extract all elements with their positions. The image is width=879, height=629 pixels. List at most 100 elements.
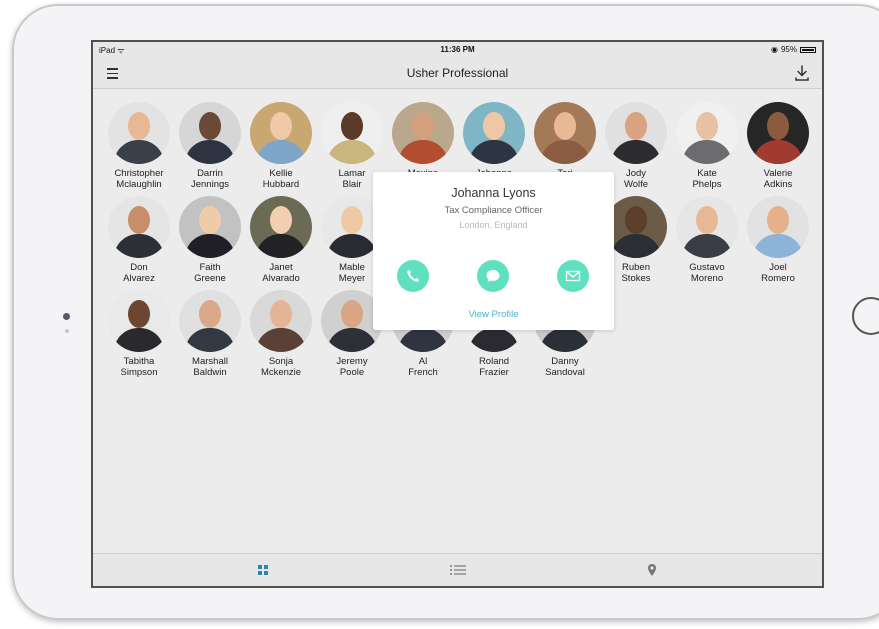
avatar[interactable] [392, 102, 454, 164]
avatar-head [625, 206, 647, 234]
avatar-body [753, 234, 803, 258]
grid-view-icon[interactable] [256, 563, 270, 577]
map-pin-icon[interactable] [645, 563, 659, 577]
last-name: Baldwin [193, 367, 227, 378]
person-name: Don Alvarez [104, 262, 174, 284]
avatar[interactable] [605, 102, 667, 164]
person-name: Jeremy Poole [317, 356, 387, 378]
chat-bubble-icon [486, 270, 500, 282]
person-card[interactable]: Don Alvarez [104, 196, 174, 284]
person-card[interactable]: Tabitha Simpson [104, 290, 174, 378]
person-name: Christopher Mclaughlin [104, 168, 174, 190]
first-name: Al [418, 356, 428, 367]
last-name: Greene [194, 273, 226, 284]
avatar-head [483, 112, 505, 140]
avatar-head [767, 206, 789, 234]
avatar[interactable] [321, 102, 383, 164]
battery-percent: 95% [780, 45, 797, 54]
avatar[interactable] [747, 102, 809, 164]
last-name: Phelps [692, 179, 722, 190]
first-name: Joel [769, 262, 787, 273]
last-name: Adkins [763, 179, 793, 190]
avatar-head [341, 300, 363, 328]
avatar[interactable] [676, 102, 738, 164]
avatar[interactable] [108, 102, 170, 164]
call-button[interactable] [397, 260, 429, 292]
first-name: Danny [551, 356, 579, 367]
page-title: Usher Professional [406, 66, 509, 80]
app-screen: iPad ᯤ 11:36 PM ◉ 95% Usher Professional… [91, 40, 824, 588]
profile-name: Johanna Lyons [451, 186, 536, 200]
email-button[interactable] [557, 260, 589, 292]
first-name: Jeremy [336, 356, 368, 367]
person-name: Sonja Mckenzie [246, 356, 316, 378]
person-card[interactable]: Kate Phelps [672, 102, 742, 190]
download-icon[interactable] [794, 64, 810, 82]
person-card[interactable]: Darrin Jennings [175, 102, 245, 190]
person-name: Faith Greene [175, 262, 245, 284]
person-card[interactable]: Johanna [459, 102, 529, 179]
first-name: Janet [269, 262, 293, 273]
first-name: Kate [697, 168, 717, 179]
avatar-body [611, 234, 661, 258]
first-name: Tabitha [123, 356, 155, 367]
avatar-body [398, 140, 448, 164]
person-card[interactable]: Faith Greene [175, 196, 245, 284]
avatar-body [469, 140, 519, 164]
person-card[interactable]: Valerie Adkins [743, 102, 813, 190]
person-card[interactable]: Janet Alvarado [246, 196, 316, 284]
avatar-body [114, 234, 164, 258]
avatar-head [199, 300, 221, 328]
profile-title: Tax Compliance Officer [444, 205, 543, 216]
home-button[interactable] [852, 297, 879, 335]
person-name: Tabitha Simpson [104, 356, 174, 378]
avatar[interactable] [747, 196, 809, 258]
avatar-head [341, 112, 363, 140]
avatar-body [256, 234, 306, 258]
avatar[interactable] [179, 290, 241, 352]
person-card[interactable]: Marshall Baldwin [175, 290, 245, 378]
avatar[interactable] [534, 102, 596, 164]
last-name: Poole [339, 367, 365, 378]
avatar-body [327, 234, 377, 258]
avatar[interactable] [250, 290, 312, 352]
avatar-head [199, 112, 221, 140]
avatar-body [185, 140, 235, 164]
status-bar: iPad ᯤ 11:36 PM ◉ 95% [93, 42, 822, 58]
orientation-lock-icon: ◉ [771, 45, 778, 54]
avatar-head [128, 206, 150, 234]
last-name: Alvarez [123, 273, 155, 284]
avatar-head [767, 112, 789, 140]
person-card[interactable]: Teri [530, 102, 600, 179]
avatar[interactable] [108, 196, 170, 258]
avatar[interactable] [605, 196, 667, 258]
avatar[interactable] [250, 196, 312, 258]
person-card[interactable]: Gustavo Moreno [672, 196, 742, 284]
tab-bar [93, 553, 822, 586]
avatar-body [611, 140, 661, 164]
view-profile-link[interactable]: View Profile [373, 309, 614, 320]
person-card[interactable]: Maxine [388, 102, 458, 179]
last-name: Alvarado [262, 273, 300, 284]
avatar[interactable] [250, 102, 312, 164]
last-name: Mclaughlin [116, 179, 162, 190]
message-button[interactable] [477, 260, 509, 292]
person-card[interactable]: Joel Romero [743, 196, 813, 284]
list-view-icon[interactable] [449, 563, 467, 577]
profile-popup: Johanna Lyons Tax Compliance Officer Lon… [373, 172, 614, 330]
avatar[interactable] [108, 290, 170, 352]
first-name: Faith [199, 262, 221, 273]
avatar-body [185, 328, 235, 352]
avatar-body [327, 140, 377, 164]
person-card[interactable]: Kellie Hubbard [246, 102, 316, 190]
person-card[interactable]: Christopher Mclaughlin [104, 102, 174, 190]
avatar[interactable] [179, 102, 241, 164]
avatar[interactable] [463, 102, 525, 164]
front-camera [63, 313, 70, 320]
avatar[interactable] [676, 196, 738, 258]
first-name: Sonja [268, 356, 294, 367]
avatar-body [256, 328, 306, 352]
person-name: Darrin Jennings [175, 168, 245, 190]
person-card[interactable]: Sonja Mckenzie [246, 290, 316, 378]
avatar[interactable] [179, 196, 241, 258]
